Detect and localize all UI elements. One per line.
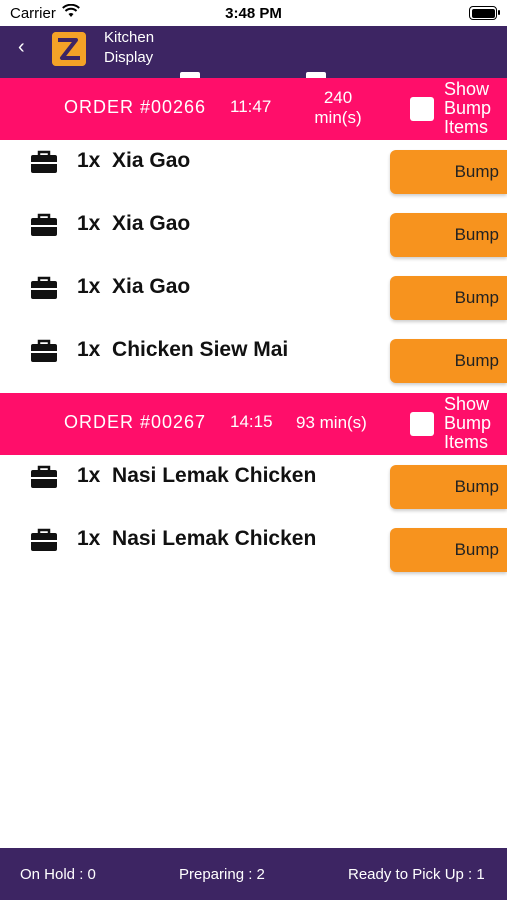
item-name: Nasi Lemak Chicken — [112, 527, 317, 550]
order-item-row: 1x Xia Gao Bump — [0, 140, 507, 204]
briefcase-icon — [31, 528, 57, 551]
item-name: Xia Gao — [112, 275, 191, 298]
title-line-1: Kitchen — [104, 29, 155, 46]
order-item-row: 1x Xia Gao Bump — [0, 266, 507, 330]
item-label: 1x Xia Gao — [77, 275, 190, 299]
bump-button[interactable]: Bump — [390, 465, 507, 509]
item-label: 1x Nasi Lemak Chicken — [77, 464, 316, 488]
bump-button[interactable]: Bump — [390, 213, 507, 257]
on-hold-count[interactable]: On Hold : 0 — [20, 866, 96, 883]
order-number: ORDER #00267 — [64, 412, 207, 432]
preparing-count[interactable]: Preparing : 2 — [179, 866, 265, 883]
show-label-line: Bump — [444, 98, 492, 118]
status-bar: Carrier 3:48 PM — [0, 0, 507, 26]
order-item-row: 1x Nasi Lemak Chicken Bump — [0, 518, 507, 582]
ready-to-pick-up-count[interactable]: Ready to Pick Up : 1 — [348, 866, 485, 883]
briefcase-icon — [31, 465, 57, 488]
bump-button[interactable]: Bump — [390, 339, 507, 383]
show-label-line: Items — [444, 117, 489, 137]
battery-icon — [469, 6, 500, 20]
wait-time: 240 min(s) — [308, 88, 368, 128]
clock: 3:48 PM — [225, 5, 282, 22]
show-bump-items-checkbox[interactable] — [410, 97, 434, 121]
nav-bar: ‹ Kitchen Display — [0, 26, 507, 78]
item-qty: 1x — [77, 212, 101, 235]
title-line-2: Display — [104, 49, 154, 66]
bump-button[interactable]: Bump — [390, 276, 507, 320]
order-header: ORDER #00267 14:15 93 min(s) Show Bump I… — [0, 393, 507, 455]
item-name: Chicken Siew Mai — [112, 338, 289, 361]
brand-logo-icon — [52, 32, 86, 66]
item-qty: 1x — [77, 338, 101, 361]
wait-time: 93 min(s) — [296, 413, 367, 432]
back-button[interactable]: ‹ — [18, 36, 25, 59]
item-name: Nasi Lemak Chicken — [112, 464, 317, 487]
order-number: ORDER #00266 — [64, 97, 207, 117]
item-label: 1x Nasi Lemak Chicken — [77, 527, 316, 551]
briefcase-icon — [31, 339, 57, 362]
show-label-line: Show — [444, 79, 490, 99]
show-label-line: Bump — [444, 413, 492, 433]
item-name: Xia Gao — [112, 212, 191, 235]
item-label: 1x Chicken Siew Mai — [77, 338, 288, 362]
page-title: Kitchen Display — [104, 28, 184, 68]
show-label-line: Items — [444, 432, 489, 452]
wait-unit: min(s) — [314, 108, 362, 127]
briefcase-icon — [31, 150, 57, 173]
show-bump-items-checkbox[interactable] — [410, 412, 434, 436]
item-qty: 1x — [77, 275, 101, 298]
order-time: 14:15 — [230, 412, 273, 431]
order-item-row: 1x Nasi Lemak Chicken Bump — [0, 455, 507, 519]
bump-button[interactable]: Bump — [390, 528, 507, 572]
order-time: 11:47 — [230, 97, 272, 116]
wait-value: 240 — [323, 88, 353, 107]
order-header: ORDER #00266 11:47 240 min(s) Show Bump … — [0, 78, 507, 140]
item-qty: 1x — [77, 464, 101, 487]
show-bump-items-label: Show Bump Items — [444, 395, 504, 452]
item-label: 1x Xia Gao — [77, 149, 190, 173]
item-label: 1x Xia Gao — [77, 212, 190, 236]
order-item-row: 1x Chicken Siew Mai Bump — [0, 329, 507, 393]
bump-button[interactable]: Bump — [390, 150, 507, 194]
item-name: Xia Gao — [112, 149, 191, 172]
show-bump-items-label: Show Bump Items — [444, 80, 504, 137]
status-footer: On Hold : 0 Preparing : 2 Ready to Pick … — [0, 848, 507, 900]
item-qty: 1x — [77, 527, 101, 550]
item-qty: 1x — [77, 149, 101, 172]
briefcase-icon — [31, 213, 57, 236]
briefcase-icon — [31, 276, 57, 299]
order-item-row: 1x Xia Gao Bump — [0, 203, 507, 267]
show-label-line: Show — [444, 394, 490, 414]
